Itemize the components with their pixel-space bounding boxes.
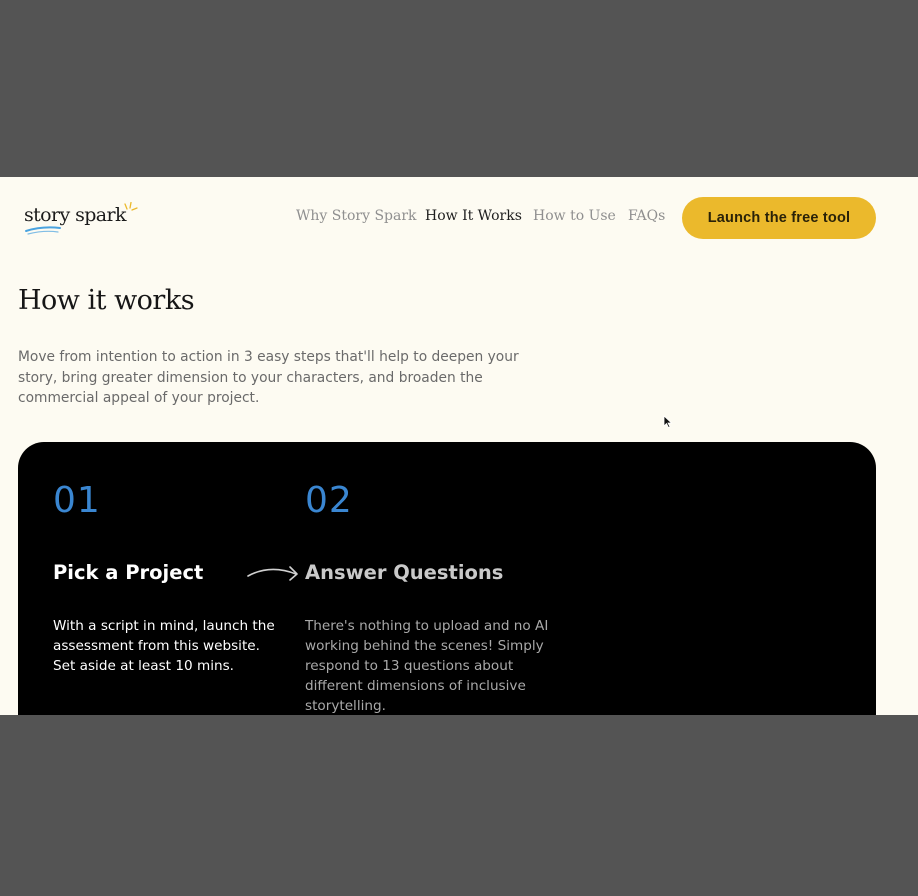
nav-how-to-use[interactable]: How to Use xyxy=(533,208,616,224)
step-number: 02 xyxy=(305,480,353,521)
nav-faqs[interactable]: FAQs xyxy=(628,208,665,224)
step-title: Answer Questions xyxy=(305,561,504,584)
step-description: With a script in mind, launch the assess… xyxy=(53,618,275,674)
page-title: How it works xyxy=(18,285,195,316)
arrow-right-icon xyxy=(247,566,298,581)
steps-panel: 01 Pick a Project With a script in mind,… xyxy=(18,442,876,715)
launch-tool-button[interactable]: Launch the free tool xyxy=(682,197,876,239)
site-header: story spark Why Story Spark How It Works… xyxy=(0,177,918,262)
step-title: Pick a Project xyxy=(53,561,204,584)
page: story spark Why Story Spark How It Works… xyxy=(0,177,918,715)
step-description: There's nothing to upload and no AI work… xyxy=(305,618,549,714)
nav-why-story-spark[interactable]: Why Story Spark xyxy=(296,208,417,224)
nav-how-it-works[interactable]: How It Works xyxy=(425,208,522,224)
step-number: 01 xyxy=(53,480,101,521)
intro-text: Move from intention to action in 3 easy … xyxy=(18,349,519,406)
mouse-cursor-icon xyxy=(663,415,673,429)
